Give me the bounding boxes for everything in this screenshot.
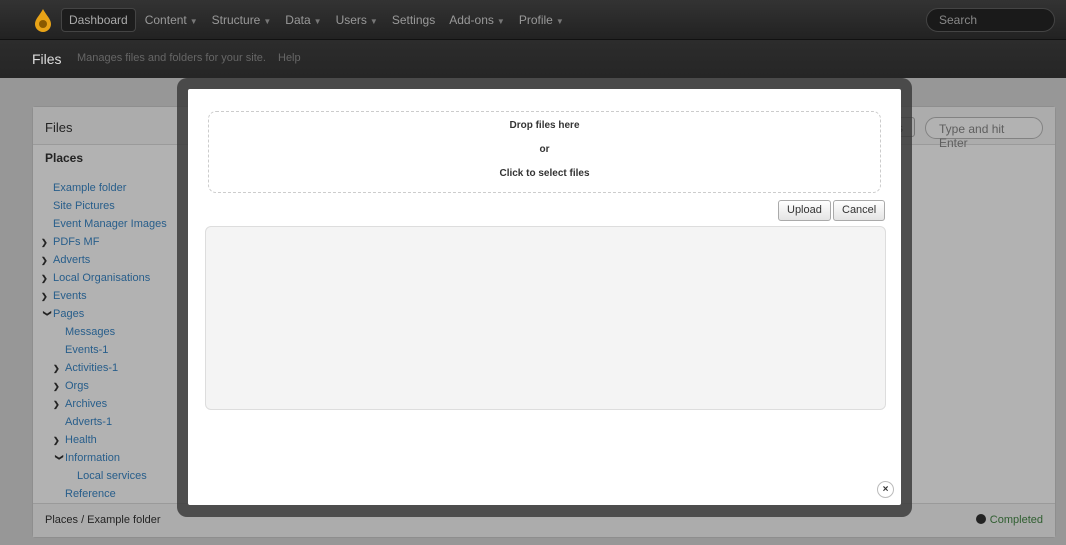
close-icon[interactable]: × (877, 481, 894, 498)
nav-label: Add-ons (449, 13, 494, 27)
nav-profile[interactable]: Profile ▼ (512, 9, 571, 31)
logo-icon[interactable] (34, 8, 52, 32)
page-title: Files (32, 51, 62, 67)
nav-label: Content (144, 13, 187, 27)
nav-label: Data (285, 13, 311, 27)
nav-content[interactable]: Content ▼ (138, 9, 205, 31)
caret-down-icon: ▼ (555, 17, 564, 26)
caret-down-icon: ▼ (369, 17, 378, 26)
nav-label: Profile (518, 13, 553, 27)
nav-add-ons[interactable]: Add-ons ▼ (442, 9, 512, 31)
nav-label: Structure (211, 13, 261, 27)
nav-label: Settings (391, 13, 436, 27)
nav-dashboard[interactable]: Dashboard (61, 8, 136, 32)
nav-data[interactable]: Data ▼ (278, 9, 328, 31)
select-files-text: Click to select files (499, 168, 590, 179)
page-description: Manages files and folders for your site. (77, 52, 266, 64)
caret-down-icon: ▼ (189, 17, 198, 26)
caret-down-icon: ▼ (263, 17, 272, 26)
cancel-button[interactable]: Cancel (833, 200, 886, 221)
drop-text: Drop files here (509, 120, 580, 131)
help-link[interactable]: Help (278, 52, 301, 64)
nav-label: Dashboard (69, 13, 128, 27)
upload-dialog: Drop files here or Click to select files… (188, 89, 901, 505)
top-navbar: Dashboard Content ▼ Structure ▼ Data ▼ Users ▼ Se… (0, 0, 1066, 40)
upload-button[interactable]: Upload (778, 200, 831, 221)
caret-down-icon: ▼ (313, 17, 322, 26)
upload-queue (205, 226, 886, 410)
nav-settings[interactable]: Settings (385, 9, 442, 31)
main-menu: Dashboard Content ▼ Structure ▼ Data ▼ Users ▼ Se… (61, 8, 571, 32)
sub-header: Files Manages files and folders for your… (0, 40, 1066, 78)
nav-users[interactable]: Users ▼ (329, 9, 385, 31)
caret-down-icon: ▼ (496, 17, 505, 26)
drop-zone[interactable]: Drop files here or Click to select files (208, 111, 881, 193)
nav-structure[interactable]: Structure ▼ (205, 9, 279, 31)
drop-or: or (539, 144, 550, 155)
search-input[interactable]: Search (926, 8, 1055, 32)
nav-label: Users (335, 13, 367, 27)
